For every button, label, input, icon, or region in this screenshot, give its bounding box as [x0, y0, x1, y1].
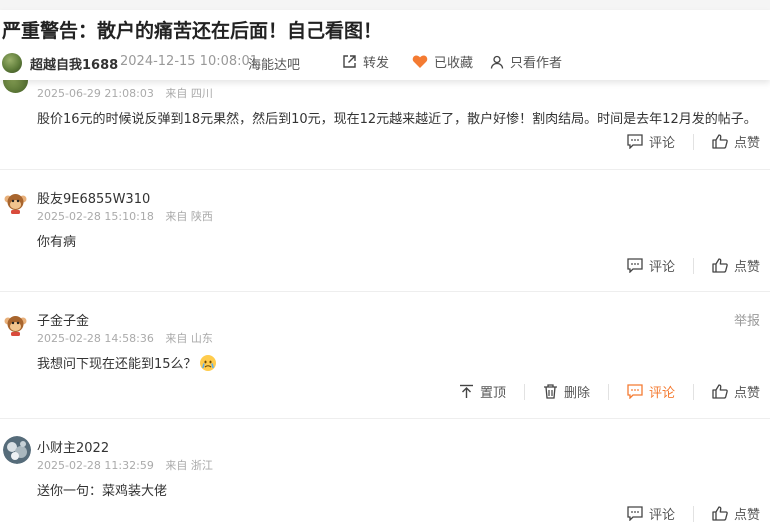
thumbs-up-icon: [712, 506, 728, 521]
favorite-label: 已收藏: [434, 56, 474, 71]
post-meta: 超越自我1688 2024-12-15 10:08:01 海能达吧 转发 已收藏…: [0, 52, 770, 74]
commenter-name[interactable]: 小财主2022: [37, 437, 109, 456]
action-divider: [607, 383, 609, 400]
like-button-label: 点赞: [733, 508, 760, 523]
comment-meta: 2025-02-28 14:58:36 来自 山东: [37, 330, 213, 346]
user-icon: [490, 55, 504, 69]
like-button-label: 点赞: [733, 386, 760, 401]
comment-icon: [627, 384, 643, 399]
commenter-name[interactable]: 子金子金: [37, 310, 89, 329]
delete-button[interactable]: 删除: [543, 382, 590, 401]
comment-location: 来自 山东: [165, 332, 213, 345]
action-divider: [692, 383, 694, 400]
comment-text: 送你一句：菜鸡装大佬: [37, 484, 168, 499]
post-header: 严重警告：散户的痛苦还在后面！自己看图！ 超越自我1688 2024-12-15…: [0, 10, 770, 80]
like-button-label: 点赞: [733, 136, 760, 151]
comment-item: 子金子金 举报 2025-02-28 14:58:36 来自 山东 我想问下现在…: [0, 292, 770, 418]
thumbs-up-icon: [712, 134, 728, 149]
only-author-button[interactable]: 只看作者: [490, 52, 562, 71]
monkey-avatar-icon: [3, 312, 28, 337]
thumbs-up-icon: [712, 258, 728, 273]
comment-button-label: 评论: [648, 136, 675, 151]
pin-top-icon: [459, 384, 473, 398]
commenter-avatar[interactable]: [3, 312, 28, 337]
author-avatar[interactable]: [2, 53, 22, 73]
commenter-avatar[interactable]: [3, 190, 28, 215]
heart-icon: [412, 55, 428, 68]
pin-button-label: 置顶: [479, 386, 506, 401]
action-divider: [523, 383, 525, 400]
top-strip: [0, 0, 770, 10]
comment-text-body: 我想问下现在还能到15么？: [37, 357, 197, 372]
post-title: 严重警告：散户的痛苦还在后面！自己看图！: [2, 20, 383, 42]
thumbs-up-icon: [712, 384, 728, 399]
trash-icon: [543, 384, 557, 399]
comment-time: 2025-02-28 11:32:59: [37, 459, 154, 472]
report-link[interactable]: 举报: [734, 310, 760, 329]
like-button[interactable]: 点赞: [712, 132, 760, 151]
comment-meta: 2025-02-28 15:10:18 来自 陕西: [37, 208, 213, 224]
comment-icon: [627, 506, 643, 521]
comment-meta: 2025-06-29 21:08:03 来自 四川: [37, 85, 213, 101]
comment-text: 你有病: [37, 235, 77, 250]
forum-link[interactable]: 海能达吧: [248, 54, 300, 73]
comment-time: 2025-02-28 15:10:18: [37, 210, 154, 223]
comment-location: 来自 陕西: [165, 210, 213, 223]
action-divider: [692, 257, 694, 274]
comment-actions: 评论 点赞: [627, 132, 760, 151]
like-button[interactable]: 点赞: [712, 256, 760, 275]
crying-emoji-icon: [199, 355, 216, 371]
comment-time: 2025-06-29 21:08:03: [37, 87, 154, 100]
comment-item: 小财主2022 2025-02-28 11:32:59 来自 浙江 送你一句：菜…: [0, 419, 770, 525]
comment-item: 股友9E6855W310 2025-02-28 15:10:18 来自 陕西 你…: [0, 170, 770, 292]
comment-button[interactable]: 评论: [627, 256, 675, 275]
like-button-label: 点赞: [733, 260, 760, 275]
photo-avatar-icon: [3, 436, 31, 464]
monkey-avatar-icon: [3, 190, 28, 215]
comment-button-label: 评论: [648, 508, 675, 523]
like-button[interactable]: 点赞: [712, 504, 760, 523]
post-time: 2024-12-15 10:08:01: [120, 54, 259, 69]
author-name[interactable]: 超越自我1688: [30, 54, 118, 73]
comment-text: 股价16元的时候说反弹到18元果然，然后到10元，现在12元越来越近了，散户好惨…: [37, 112, 757, 127]
commenter-name[interactable]: 股友9E6855W310: [37, 188, 150, 207]
favorite-button[interactable]: 已收藏: [412, 52, 473, 71]
comment-location: 来自 四川: [165, 87, 213, 100]
comment-location: 来自 浙江: [165, 459, 213, 472]
comment-icon: [627, 258, 643, 273]
delete-button-label: 删除: [563, 386, 590, 401]
comment-time: 2025-02-28 14:58:36: [37, 332, 154, 345]
comment-actions: 评论 点赞: [627, 504, 760, 523]
share-button[interactable]: 转发: [342, 52, 389, 71]
comment-button[interactable]: 评论: [627, 504, 675, 523]
comment-actions: 置顶 删除 评论 点赞: [459, 382, 760, 401]
only-author-label: 只看作者: [510, 56, 563, 71]
comment-actions: 评论 点赞: [627, 256, 760, 275]
comment-icon: [627, 134, 643, 149]
like-button[interactable]: 点赞: [712, 382, 760, 401]
share-label: 转发: [363, 56, 390, 71]
comment-button[interactable]: 评论: [627, 382, 675, 401]
comment-button[interactable]: 评论: [627, 132, 675, 151]
action-divider: [692, 505, 694, 522]
share-icon: [343, 55, 356, 68]
comment-button-label: 评论: [648, 386, 675, 401]
commenter-avatar[interactable]: [3, 436, 31, 464]
pin-button[interactable]: 置顶: [459, 382, 506, 401]
comment-meta: 2025-02-28 11:32:59 来自 浙江: [37, 457, 213, 473]
action-divider: [692, 133, 694, 150]
comment-text: 我想问下现在还能到15么？: [37, 353, 216, 372]
comment-button-label: 评论: [648, 260, 675, 275]
